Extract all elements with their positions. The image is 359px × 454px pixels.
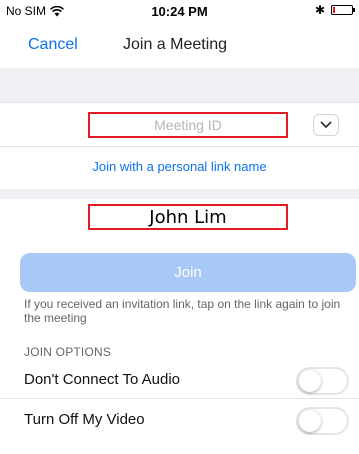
clock: 10:24 PM [151, 4, 208, 19]
section-spacer [0, 68, 359, 102]
nav-bar: Cancel Join a Meeting [0, 22, 359, 68]
dont-connect-audio-toggle[interactable] [296, 367, 349, 395]
turn-off-video-toggle[interactable] [296, 407, 349, 435]
join-options-header: JOIN OPTIONS [24, 345, 112, 359]
option-label-video: Turn Off My Video [24, 411, 145, 428]
option-row-audio: Don't Connect To Audio [0, 359, 359, 399]
cancel-button[interactable]: Cancel [28, 36, 78, 54]
battery-icon [331, 5, 355, 15]
meeting-id-row [0, 102, 359, 147]
status-bar: No SIM 10:24 PM ✱ [0, 0, 359, 22]
page-title: Join a Meeting [123, 36, 228, 53]
section-spacer [0, 189, 359, 199]
bluetooth-icon: ✱ [314, 3, 325, 17]
join-button[interactable]: Join [20, 253, 356, 292]
display-name-row [0, 199, 359, 239]
personal-link-button[interactable]: Join with a personal link name [0, 159, 359, 174]
chevron-down-icon [320, 121, 332, 128]
toggle-knob [299, 410, 321, 432]
option-label-audio: Don't Connect To Audio [24, 371, 181, 388]
option-row-video: Turn Off My Video [0, 399, 359, 439]
meeting-history-dropdown-button[interactable] [313, 114, 339, 136]
personal-link-row: Join with a personal link name [0, 147, 359, 189]
status-right: ✱ [314, 3, 355, 17]
display-name-input[interactable] [88, 204, 288, 230]
meeting-id-input[interactable] [88, 112, 288, 138]
join-help-text: If you received an invitation link, tap … [24, 297, 341, 325]
join-meeting-screen: No SIM 10:24 PM ✱ Cancel Join a Meeting [0, 0, 359, 454]
toggle-knob [299, 370, 321, 392]
battery-level [333, 7, 335, 13]
